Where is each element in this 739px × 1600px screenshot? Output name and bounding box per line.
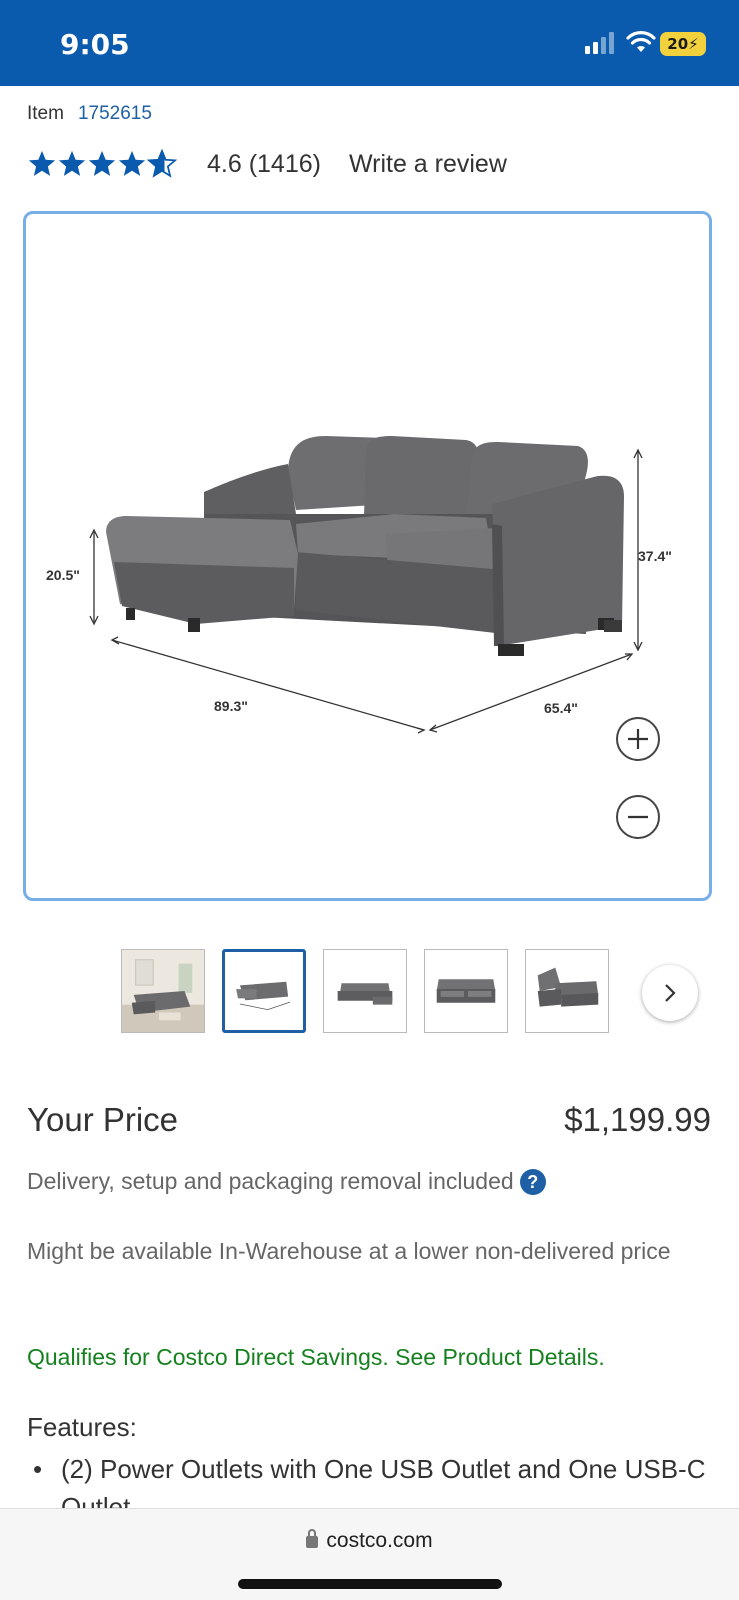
thumbnail-dimensions[interactable]: [222, 949, 306, 1033]
direct-savings-link[interactable]: Qualifies for Costco Direct Savings. See…: [27, 1344, 605, 1371]
chevron-right-icon: [665, 984, 676, 1002]
warehouse-note: Might be available In-Warehouse at a low…: [27, 1238, 671, 1264]
sofa-front-thumbnail-image: [324, 950, 406, 1032]
thumbnail-storage[interactable]: [525, 949, 609, 1033]
product-image-viewer[interactable]: 20.5" 37.4" 89.3" 65.4": [23, 211, 712, 901]
star-icon: [58, 150, 86, 176]
sectional-sofa-image: [89, 436, 643, 734]
item-number-row: Item 1752615: [27, 103, 152, 125]
status-time: 9:05: [60, 28, 130, 61]
lock-icon: [306, 1529, 319, 1548]
thumbnail-front[interactable]: [323, 949, 407, 1033]
thumbnail-next-button[interactable]: [642, 965, 698, 1021]
wifi-icon: [626, 31, 656, 52]
star-icon: [28, 150, 56, 176]
battery-icon: 20⚡: [660, 32, 706, 56]
signal-icon: [585, 32, 614, 54]
price-label: Your Price: [27, 1101, 179, 1138]
dimensions-thumbnail-image: [225, 952, 303, 1030]
minus-icon: [628, 815, 648, 819]
url-text: costco.com: [326, 1529, 433, 1552]
room-scene-thumbnail-image: [122, 950, 204, 1032]
star-icon: [88, 150, 116, 176]
battery-level: 20: [667, 35, 689, 53]
help-icon[interactable]: ?: [519, 1168, 546, 1195]
zoom-out-button[interactable]: [616, 795, 660, 839]
home-indicator[interactable]: [238, 1579, 502, 1589]
item-number: 1752615: [77, 103, 152, 124]
height-label: 37.4": [638, 548, 672, 564]
seat-height-label: 20.5": [46, 567, 80, 583]
zoom-in-button[interactable]: [616, 717, 660, 761]
thumbnail-lifestyle[interactable]: [121, 949, 205, 1033]
features-heading: Features:: [27, 1412, 137, 1442]
half-star-icon: [147, 149, 177, 178]
thumbnail-angle[interactable]: [424, 949, 508, 1033]
delivery-note: Delivery, setup and packaging removal in…: [27, 1168, 546, 1195]
browser-address-bar[interactable]: costco.com: [0, 1508, 739, 1600]
price-value: $1,199.99: [564, 1101, 711, 1138]
plus-icon: [628, 729, 648, 749]
thumbnail-strip: [121, 949, 711, 1035]
star-rating[interactable]: [27, 149, 177, 179]
sofa-angle-thumbnail-image: [425, 950, 507, 1032]
status-bar: 9:05 20⚡: [0, 0, 739, 86]
delivery-text: Delivery, setup and packaging removal in…: [27, 1168, 514, 1194]
write-review-link[interactable]: Write a review: [349, 150, 507, 179]
url-display[interactable]: costco.com: [0, 1529, 739, 1553]
rating-row: 4.6 (1416) Write a review: [27, 146, 507, 182]
item-label: Item: [27, 103, 64, 124]
storage-chaise-thumbnail-image: [526, 950, 608, 1032]
width-label: 89.3": [214, 698, 248, 714]
depth-label: 65.4": [544, 700, 578, 716]
rating-summary[interactable]: 4.6 (1416): [207, 150, 321, 179]
star-icon: [118, 150, 146, 176]
